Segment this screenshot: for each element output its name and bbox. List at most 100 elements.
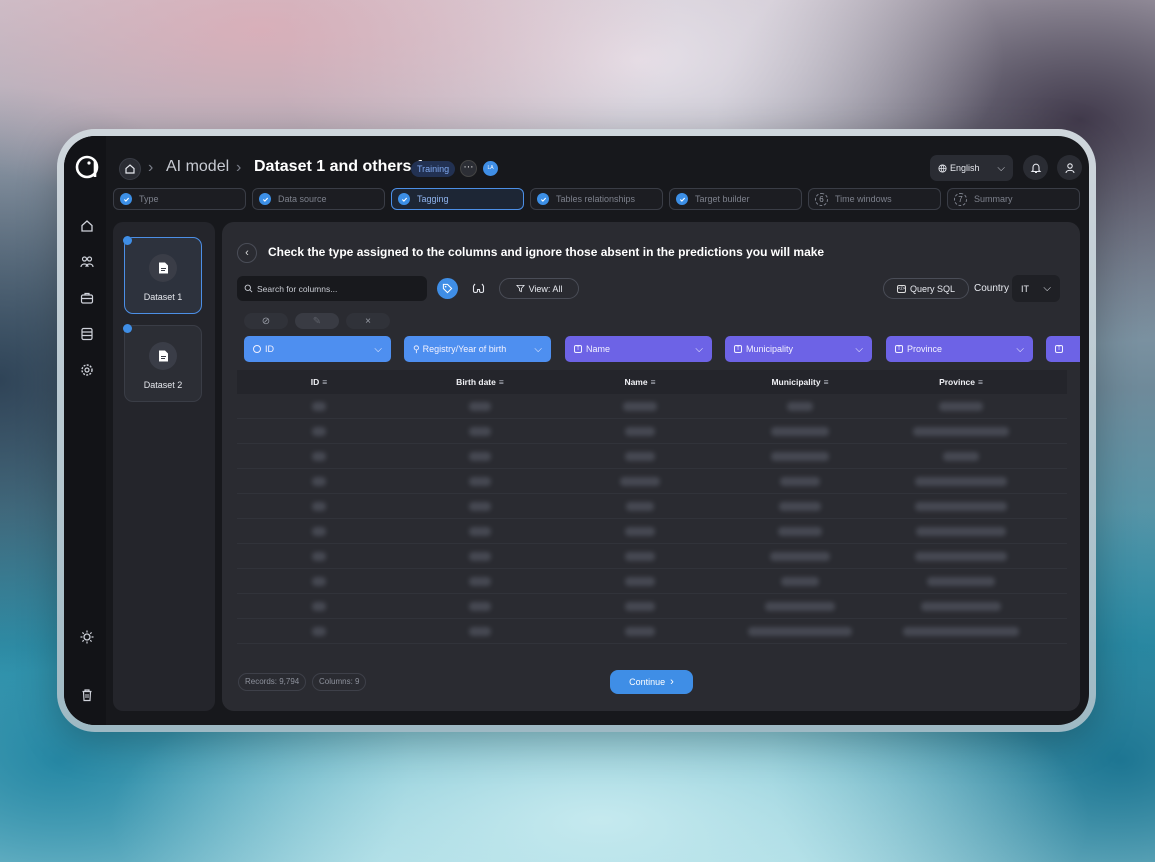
search-columns[interactable] bbox=[237, 276, 427, 301]
column-type-chip-municipality[interactable]: T Municipality ⌵ bbox=[725, 336, 872, 362]
users-icon[interactable] bbox=[80, 255, 94, 269]
redacted-cell bbox=[781, 577, 819, 586]
step-tables-relationships[interactable]: Tables relationships bbox=[530, 188, 663, 210]
table-row bbox=[237, 394, 1067, 419]
column-type-chip-name[interactable]: T Name ⌵ bbox=[565, 336, 712, 362]
column-header-birth-date[interactable]: Birth date ≡ bbox=[456, 377, 504, 387]
dataset-card-1[interactable]: Dataset 1 bbox=[123, 236, 202, 314]
chevron-down-icon: ⌵ bbox=[1043, 283, 1051, 294]
column-header-province[interactable]: Province ≡ bbox=[939, 377, 983, 387]
step-label: Tagging bbox=[417, 194, 449, 204]
tag-icon bbox=[442, 283, 453, 294]
breadcrumb-ai-model[interactable]: AI model bbox=[166, 158, 229, 176]
check-icon bbox=[398, 193, 410, 205]
column-header-name[interactable]: Name ≡ bbox=[624, 377, 655, 387]
country-select[interactable]: IT ⌵ bbox=[1012, 275, 1060, 302]
table-row bbox=[237, 494, 1067, 519]
column-type-chip-id[interactable]: ID ⌵ bbox=[244, 336, 391, 362]
redacted-cell bbox=[469, 552, 491, 561]
redacted-cell bbox=[778, 527, 822, 536]
theme-sun-icon[interactable] bbox=[80, 630, 94, 644]
column-header-id[interactable]: ID ≡ bbox=[311, 377, 327, 387]
filter-icon[interactable]: ≡ bbox=[499, 377, 504, 387]
step-label: Target builder bbox=[695, 194, 750, 204]
breadcrumb-home-button[interactable] bbox=[119, 158, 141, 180]
query-sql-button[interactable]: </> Query SQL bbox=[883, 278, 969, 299]
edit-action-button[interactable]: ✎ bbox=[295, 313, 339, 329]
breadcrumb-separator-icon: › bbox=[148, 159, 154, 176]
search-input[interactable] bbox=[257, 283, 417, 294]
user-profile-button[interactable] bbox=[1057, 155, 1082, 180]
notifications-button[interactable] bbox=[1023, 155, 1048, 180]
chip-label: Registry/Year of birth bbox=[422, 344, 507, 354]
filter-icon[interactable]: ≡ bbox=[824, 377, 829, 387]
header-label: Municipality bbox=[771, 377, 821, 387]
table-row bbox=[237, 469, 1067, 494]
confirm-action-button[interactable]: ⊘ bbox=[244, 313, 288, 329]
tagging-main-panel: ‹ Check the type assigned to the columns… bbox=[222, 222, 1080, 711]
column-type-chip-more[interactable]: T bbox=[1046, 336, 1080, 362]
redacted-cell bbox=[469, 402, 491, 411]
filter-icon[interactable]: ≡ bbox=[651, 377, 656, 387]
settings-gear-icon[interactable] bbox=[80, 363, 94, 377]
avatar[interactable]: LA bbox=[483, 161, 498, 176]
pencil-icon: ✎ bbox=[312, 315, 322, 327]
records-count: Records: 9,794 bbox=[238, 673, 307, 691]
redacted-cell bbox=[770, 552, 830, 561]
table-row bbox=[237, 444, 1067, 469]
side-navigation-rail bbox=[64, 136, 106, 725]
header-label: Name bbox=[624, 377, 648, 387]
redacted-cell bbox=[469, 627, 491, 636]
chevron-down-icon: ⌵ bbox=[695, 343, 703, 355]
more-options-button[interactable]: ⋯ bbox=[460, 160, 477, 177]
redacted-cell bbox=[312, 627, 326, 636]
column-type-chip-registry[interactable]: ⚲ Registry/Year of birth ⌵ bbox=[404, 336, 551, 362]
redacted-cell bbox=[623, 402, 657, 411]
trash-icon[interactable] bbox=[80, 688, 94, 702]
back-button[interactable]: ‹ bbox=[237, 243, 257, 263]
tag-filter-button[interactable] bbox=[437, 278, 458, 299]
home-icon[interactable] bbox=[80, 219, 94, 233]
database-icon[interactable] bbox=[80, 327, 94, 341]
table-row bbox=[237, 619, 1067, 644]
step-data-source[interactable]: Data source bbox=[252, 188, 385, 210]
step-type[interactable]: Type bbox=[113, 188, 246, 210]
table-row bbox=[237, 594, 1067, 619]
redacted-cell bbox=[787, 402, 813, 411]
column-header-municipality[interactable]: Municipality ≡ bbox=[771, 377, 828, 387]
step-summary[interactable]: 7 Summary bbox=[947, 188, 1080, 210]
briefcase-icon[interactable] bbox=[80, 291, 94, 305]
column-type-chip-province[interactable]: T Province ⌵ bbox=[886, 336, 1033, 362]
redacted-cell bbox=[625, 427, 655, 436]
redacted-cell bbox=[913, 427, 1009, 436]
redacted-cell bbox=[312, 602, 326, 611]
redacted-cell bbox=[469, 577, 491, 586]
filter-icon[interactable]: ≡ bbox=[978, 377, 983, 387]
continue-button[interactable]: Continue › bbox=[610, 670, 693, 694]
step-target-builder[interactable]: Target builder bbox=[669, 188, 802, 210]
redacted-cell bbox=[943, 452, 979, 461]
filter-icon[interactable]: ≡ bbox=[322, 377, 327, 387]
code-icon: </> bbox=[896, 284, 906, 293]
redacted-cell bbox=[312, 402, 326, 411]
chip-label: Municipality bbox=[746, 344, 794, 354]
step-time-windows[interactable]: 6 Time windows bbox=[808, 188, 941, 210]
chevron-down-icon: ⌵ bbox=[855, 343, 863, 355]
dataset-panel: Dataset 1 Dataset 2 bbox=[113, 222, 215, 711]
document-icon bbox=[149, 254, 177, 282]
redacted-cell bbox=[916, 527, 1006, 536]
chip-label: Name bbox=[586, 344, 611, 354]
step-number: 7 bbox=[954, 192, 967, 206]
remove-action-button[interactable]: × bbox=[346, 313, 390, 329]
search-icon bbox=[244, 284, 253, 293]
chevron-down-icon: ⌵ bbox=[1016, 343, 1024, 355]
view-filter-button[interactable]: View: All bbox=[499, 278, 579, 299]
preview-button[interactable] bbox=[468, 278, 489, 299]
chevron-right-icon: › bbox=[670, 676, 674, 688]
chevron-down-icon: ⌵ bbox=[534, 343, 542, 355]
dataset-card-2[interactable]: Dataset 2 bbox=[123, 324, 202, 402]
language-selector[interactable]: English ⌵ bbox=[930, 155, 1013, 181]
redacted-cell bbox=[748, 627, 852, 636]
step-tagging[interactable]: Tagging bbox=[391, 188, 524, 210]
redacted-cell bbox=[312, 527, 326, 536]
